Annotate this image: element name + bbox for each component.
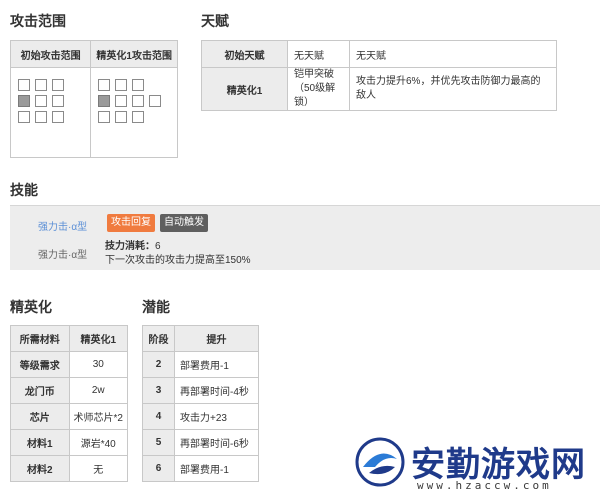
range-tile: [115, 111, 128, 123]
operator-tile: [98, 95, 111, 107]
empty-tile: [69, 111, 81, 123]
range-tile: [132, 79, 145, 91]
range-header-initial: 初始攻击范围: [9, 40, 92, 68]
operator-tile: [18, 95, 30, 107]
talent-heading: 天赋: [201, 13, 229, 29]
range-tile: [115, 95, 128, 107]
empty-tile: [149, 79, 161, 91]
elite-row-value: 术师芯片*2: [68, 403, 128, 430]
elite-row-label: 龙门币: [10, 377, 70, 404]
skill-heading: 技能: [10, 182, 38, 198]
potential-stage: 6: [142, 455, 175, 482]
trigger-type-badge: 自动触发: [160, 214, 208, 232]
sp-recovery-badge: 攻击回复: [107, 214, 155, 232]
talent-stage: 精英化1: [201, 67, 288, 111]
range-grid-initial-cell: [9, 67, 92, 158]
attack-range-table: 初始攻击范围 精英化1攻击范围: [9, 40, 178, 158]
potential-bonus: 再部署时间-6秒: [174, 429, 259, 456]
range-tile: [35, 95, 47, 107]
range-grid-elite1: [98, 79, 177, 123]
talent-table: 初始天赋 无天赋 无天赋 精英化1 铠甲突破（50级解锁） 攻击力提升6%，并优…: [201, 40, 557, 111]
range-grid-elite1-cell: [90, 67, 178, 158]
potential-heading: 潜能: [142, 299, 170, 315]
talent-effect: 攻击力提升6%，并优先攻击防御力最高的敌人: [349, 67, 557, 111]
elite-row-label: 等级需求: [10, 351, 70, 378]
watermark-url: www.hzaccw.com: [417, 479, 552, 492]
range-tile: [115, 79, 128, 91]
potential-header-stage: 阶段: [142, 325, 175, 352]
range-tile: [18, 111, 30, 123]
talent-name: 无天赋: [287, 40, 350, 68]
range-heading: 攻击范围: [10, 13, 66, 29]
potential-stage: 3: [142, 377, 175, 404]
elite-row-value: 源岩*40: [68, 429, 128, 456]
skill-name-link[interactable]: 强力击·α型: [38, 218, 87, 233]
potential-stage: 5: [142, 429, 175, 456]
range-tile: [132, 111, 145, 123]
potential-bonus: 部署费用-1: [174, 351, 259, 378]
skill-name: 强力击·α型: [38, 250, 88, 261]
skill-panel: 强力击·α型 强力击·α型 攻击回复 自动触发 技力消耗：6 下一次攻击的攻击力…: [10, 205, 600, 270]
elite-row-label: 材料1: [10, 429, 70, 456]
elite-header-materials: 所需材料: [10, 325, 70, 352]
range-tile: [18, 79, 30, 91]
range-header-elite1: 精英化1攻击范围: [90, 40, 178, 68]
talent-stage: 初始天赋: [201, 40, 288, 68]
range-tile: [52, 95, 64, 107]
talent-name: 铠甲突破（50级解锁）: [287, 67, 350, 111]
skill-cost: 技力消耗：6: [105, 237, 161, 252]
range-tile: [149, 95, 162, 107]
skill-description: 下一次攻击的攻击力提高至150%: [105, 255, 251, 266]
site-logo-icon: [355, 437, 405, 487]
elite-row-value: 无: [68, 455, 128, 482]
range-tile: [98, 79, 111, 91]
potential-bonus: 攻击力+23: [174, 403, 259, 430]
site-watermark: 安勤游戏网 www.hzaccw.com: [355, 437, 600, 497]
empty-tile: [69, 79, 81, 91]
range-tile: [35, 79, 47, 91]
elite-row-label: 材料2: [10, 455, 70, 482]
range-tile: [98, 111, 111, 123]
empty-tile: [149, 111, 161, 123]
elite-row-value: 30: [68, 351, 128, 378]
potential-stage: 4: [142, 403, 175, 430]
elite-row-label: 芯片: [10, 403, 70, 430]
range-tile: [52, 111, 64, 123]
elite-header-elite1: 精英化1: [68, 325, 128, 352]
empty-tile: [69, 95, 81, 107]
range-grid-initial: [18, 79, 90, 123]
elite-heading: 精英化: [10, 299, 52, 315]
range-tile: [35, 111, 47, 123]
potential-table: 阶段 提升 2 部署费用-1 3 再部署时间-4秒 4 攻击力+23 5 再部署…: [142, 325, 259, 482]
range-tile: [132, 95, 145, 107]
elite-promotion-table: 所需材料 精英化1 等级需求 30 龙门币 2w 芯片 术师芯片*2 材料1 源…: [10, 325, 128, 482]
potential-header-bonus: 提升: [174, 325, 259, 352]
potential-stage: 2: [142, 351, 175, 378]
potential-bonus: 再部署时间-4秒: [174, 377, 259, 404]
talent-effect: 无天赋: [349, 40, 557, 68]
potential-bonus: 部署费用-1: [174, 455, 259, 482]
elite-row-value: 2w: [68, 377, 128, 404]
range-tile: [52, 79, 64, 91]
